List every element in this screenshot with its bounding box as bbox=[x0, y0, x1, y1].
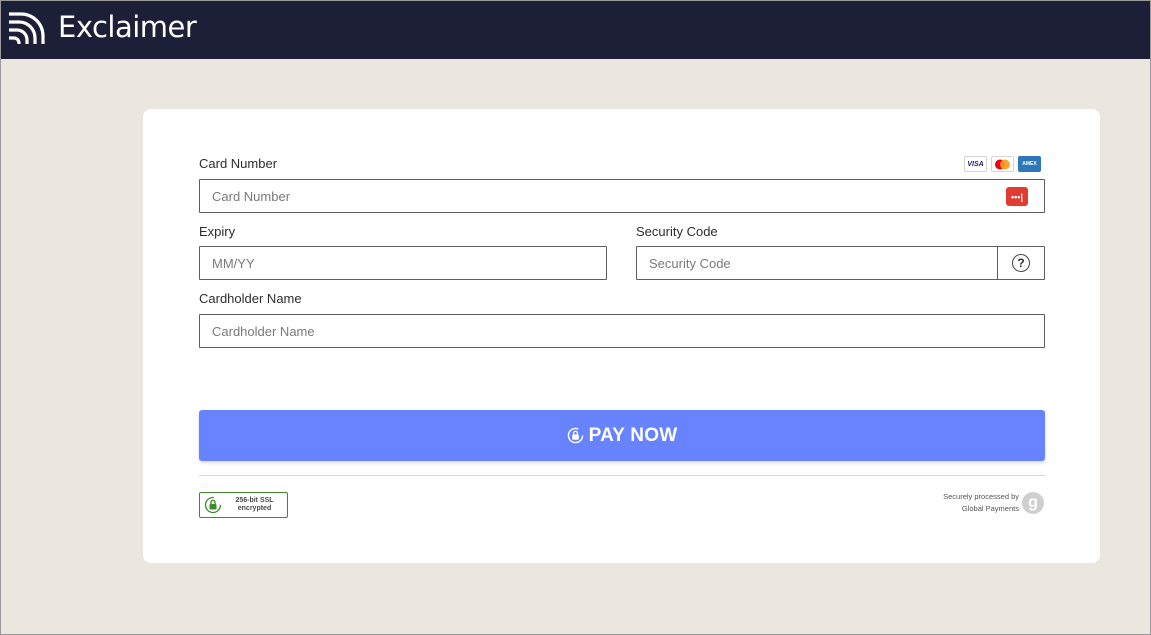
processor-line-2: Global Payments bbox=[961, 504, 1019, 513]
processor-text: Securely processed by Global Payments bbox=[943, 491, 1019, 515]
card-number-input[interactable] bbox=[200, 180, 1044, 212]
ssl-line-2: encrypted bbox=[237, 505, 272, 512]
accepted-card-brands: VISA AMEX bbox=[964, 156, 1041, 172]
ssl-badge: 256-bit SSL encrypted bbox=[199, 492, 288, 518]
expiry-label: Expiry bbox=[199, 224, 236, 239]
amex-icon: AMEX bbox=[1018, 156, 1041, 172]
cardholder-name-field[interactable] bbox=[199, 314, 1045, 348]
top-header-bar: Exclaimer bbox=[1, 1, 1150, 59]
expiry-input[interactable] bbox=[200, 247, 606, 279]
security-code-label: Security Code bbox=[636, 224, 718, 239]
mastercard-icon bbox=[991, 156, 1014, 172]
card-number-field[interactable]: •••| bbox=[199, 179, 1045, 213]
question-icon: ? bbox=[1012, 254, 1030, 272]
lock-icon bbox=[567, 427, 583, 444]
cardholder-name-label: Cardholder Name bbox=[199, 291, 302, 306]
brand-name: Exclaimer bbox=[58, 10, 197, 44]
payment-processor: Securely processed by Global Payments g bbox=[943, 491, 1044, 515]
card-type-icon: •••| bbox=[1006, 187, 1028, 206]
processor-line-1: Securely processed by bbox=[943, 492, 1019, 501]
security-code-field[interactable]: ? bbox=[636, 246, 1045, 280]
security-code-input[interactable] bbox=[637, 247, 997, 279]
exclaimer-logo-icon bbox=[9, 12, 45, 44]
ssl-text: 256-bit SSL encrypted bbox=[222, 497, 287, 513]
cardholder-name-input[interactable] bbox=[200, 315, 1044, 347]
payment-card-form: Card Number VISA AMEX •••| Expiry Securi… bbox=[143, 109, 1100, 563]
security-code-help-button[interactable]: ? bbox=[997, 247, 1044, 279]
pay-now-label: PAY NOW bbox=[588, 424, 678, 446]
divider bbox=[199, 475, 1045, 476]
expiry-field[interactable] bbox=[199, 246, 607, 280]
global-payments-logo-icon: g bbox=[1022, 492, 1044, 514]
visa-icon: VISA bbox=[964, 156, 987, 172]
ssl-line-1: 256-bit SSL bbox=[235, 497, 274, 504]
pay-now-button[interactable]: PAY NOW bbox=[199, 410, 1045, 461]
card-number-label: Card Number bbox=[199, 156, 278, 171]
ssl-lock-icon bbox=[204, 496, 222, 514]
